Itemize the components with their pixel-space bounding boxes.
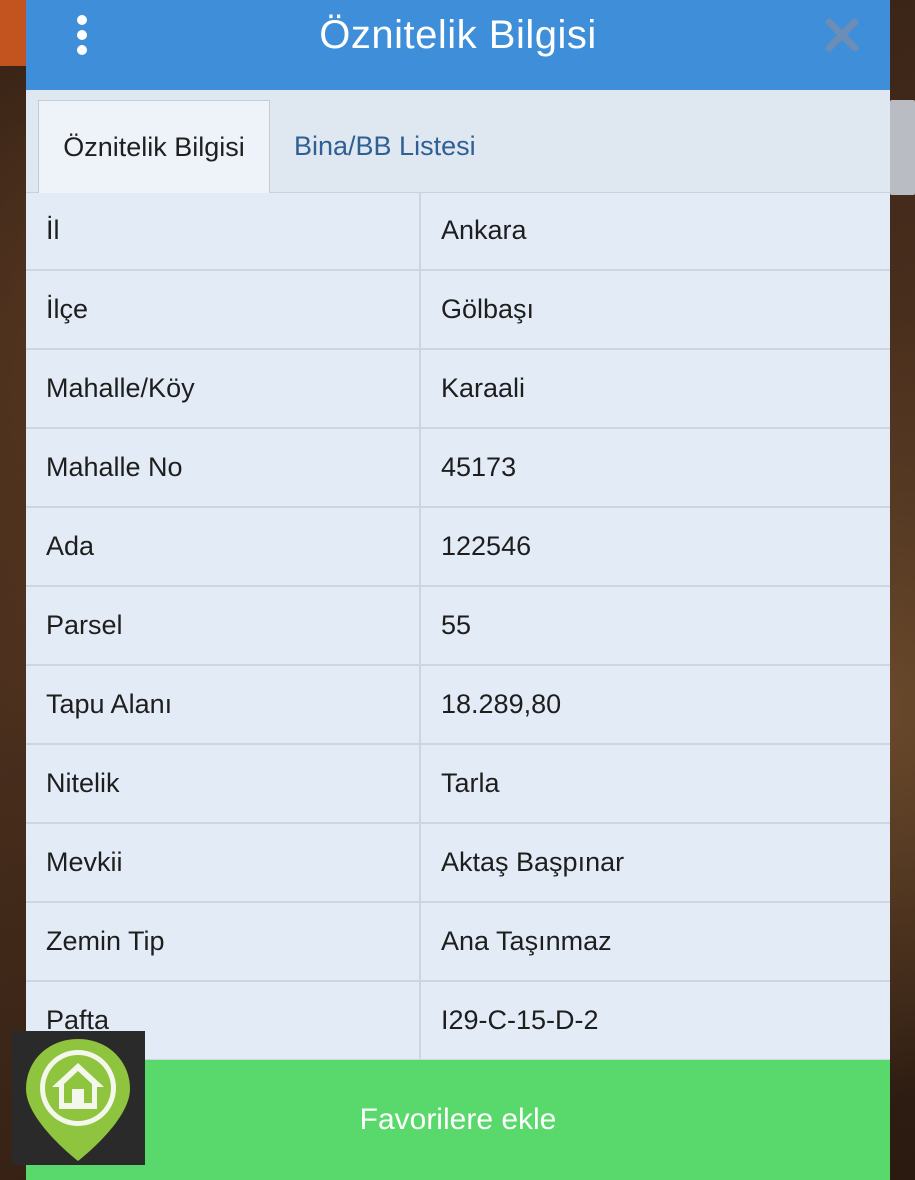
- table-row: Pafta I29-C-15-D-2: [26, 982, 890, 1061]
- column-divider: [419, 745, 421, 822]
- table-row: Mahalle No 45173: [26, 429, 890, 508]
- table-row: Parsel 55: [26, 587, 890, 666]
- table-row: İl Ankara: [26, 192, 890, 271]
- tab-building-list[interactable]: Bina/BB Listesi: [294, 100, 476, 192]
- table-row: Ada 122546: [26, 508, 890, 587]
- column-divider: [419, 508, 421, 585]
- attribute-label: Nitelik: [46, 768, 120, 798]
- column-divider: [419, 271, 421, 348]
- attribute-value: Gölbaşı: [441, 294, 535, 324]
- panel-title: Öznitelik Bilgisi: [319, 13, 597, 57]
- attribute-value: Aktaş Başpınar: [441, 847, 625, 877]
- attribute-label: Parsel: [46, 610, 123, 640]
- table-row: Tapu Alanı 18.289,80: [26, 666, 890, 745]
- attribute-label: Zemin Tip: [46, 926, 165, 956]
- table-row: Zemin Tip Ana Taşınmaz: [26, 903, 890, 982]
- attribute-panel: Öznitelik Bilgisi Öznitelik Bilgisi Bina…: [26, 0, 890, 1180]
- attribute-table: İl Ankara İlçe Gölbaşı Mahalle/Köy Karaa…: [26, 192, 890, 1061]
- scrollbar[interactable]: [890, 100, 915, 195]
- tab-bar: Öznitelik Bilgisi Bina/BB Listesi: [26, 90, 890, 193]
- table-row: Mevkii Aktaş Başpınar: [26, 824, 890, 903]
- tab-attribute-info[interactable]: Öznitelik Bilgisi: [38, 100, 270, 193]
- column-divider: [419, 824, 421, 901]
- column-divider: [419, 587, 421, 664]
- attribute-value: 45173: [441, 452, 517, 482]
- attribute-label: Mahalle/Köy: [46, 373, 195, 403]
- table-row: Nitelik Tarla: [26, 745, 890, 824]
- column-divider: [419, 666, 421, 743]
- column-divider: [419, 982, 421, 1059]
- attribute-label: İl: [46, 215, 60, 245]
- attribute-value: Ana Taşınmaz: [441, 926, 612, 956]
- attribute-value: I29-C-15-D-2: [441, 1005, 599, 1035]
- home-pin-logo: [12, 1031, 145, 1165]
- panel-header: Öznitelik Bilgisi: [26, 0, 890, 90]
- attribute-label: Mahalle No: [46, 452, 183, 482]
- attribute-label: Tapu Alanı: [46, 689, 173, 719]
- table-row: İlçe Gölbaşı: [26, 271, 890, 350]
- attribute-value: Ankara: [441, 215, 527, 245]
- attribute-label: Ada: [46, 531, 95, 561]
- column-divider: [419, 903, 421, 980]
- attribute-label: Mevkii: [46, 847, 123, 877]
- map-edge: [0, 0, 26, 66]
- attribute-value: Tarla: [441, 768, 500, 798]
- column-divider: [419, 350, 421, 427]
- attribute-value: 55: [441, 610, 472, 640]
- attribute-value: Karaali: [441, 373, 526, 403]
- attribute-value: 122546: [441, 531, 532, 561]
- table-row: Mahalle/Köy Karaali: [26, 350, 890, 429]
- close-icon[interactable]: [824, 17, 860, 53]
- column-divider: [419, 429, 421, 506]
- attribute-label: İlçe: [46, 294, 89, 324]
- column-divider: [419, 192, 421, 269]
- attribute-value: 18.289,80: [441, 689, 562, 719]
- add-to-favorites-button[interactable]: Favorilere ekle: [26, 1060, 890, 1180]
